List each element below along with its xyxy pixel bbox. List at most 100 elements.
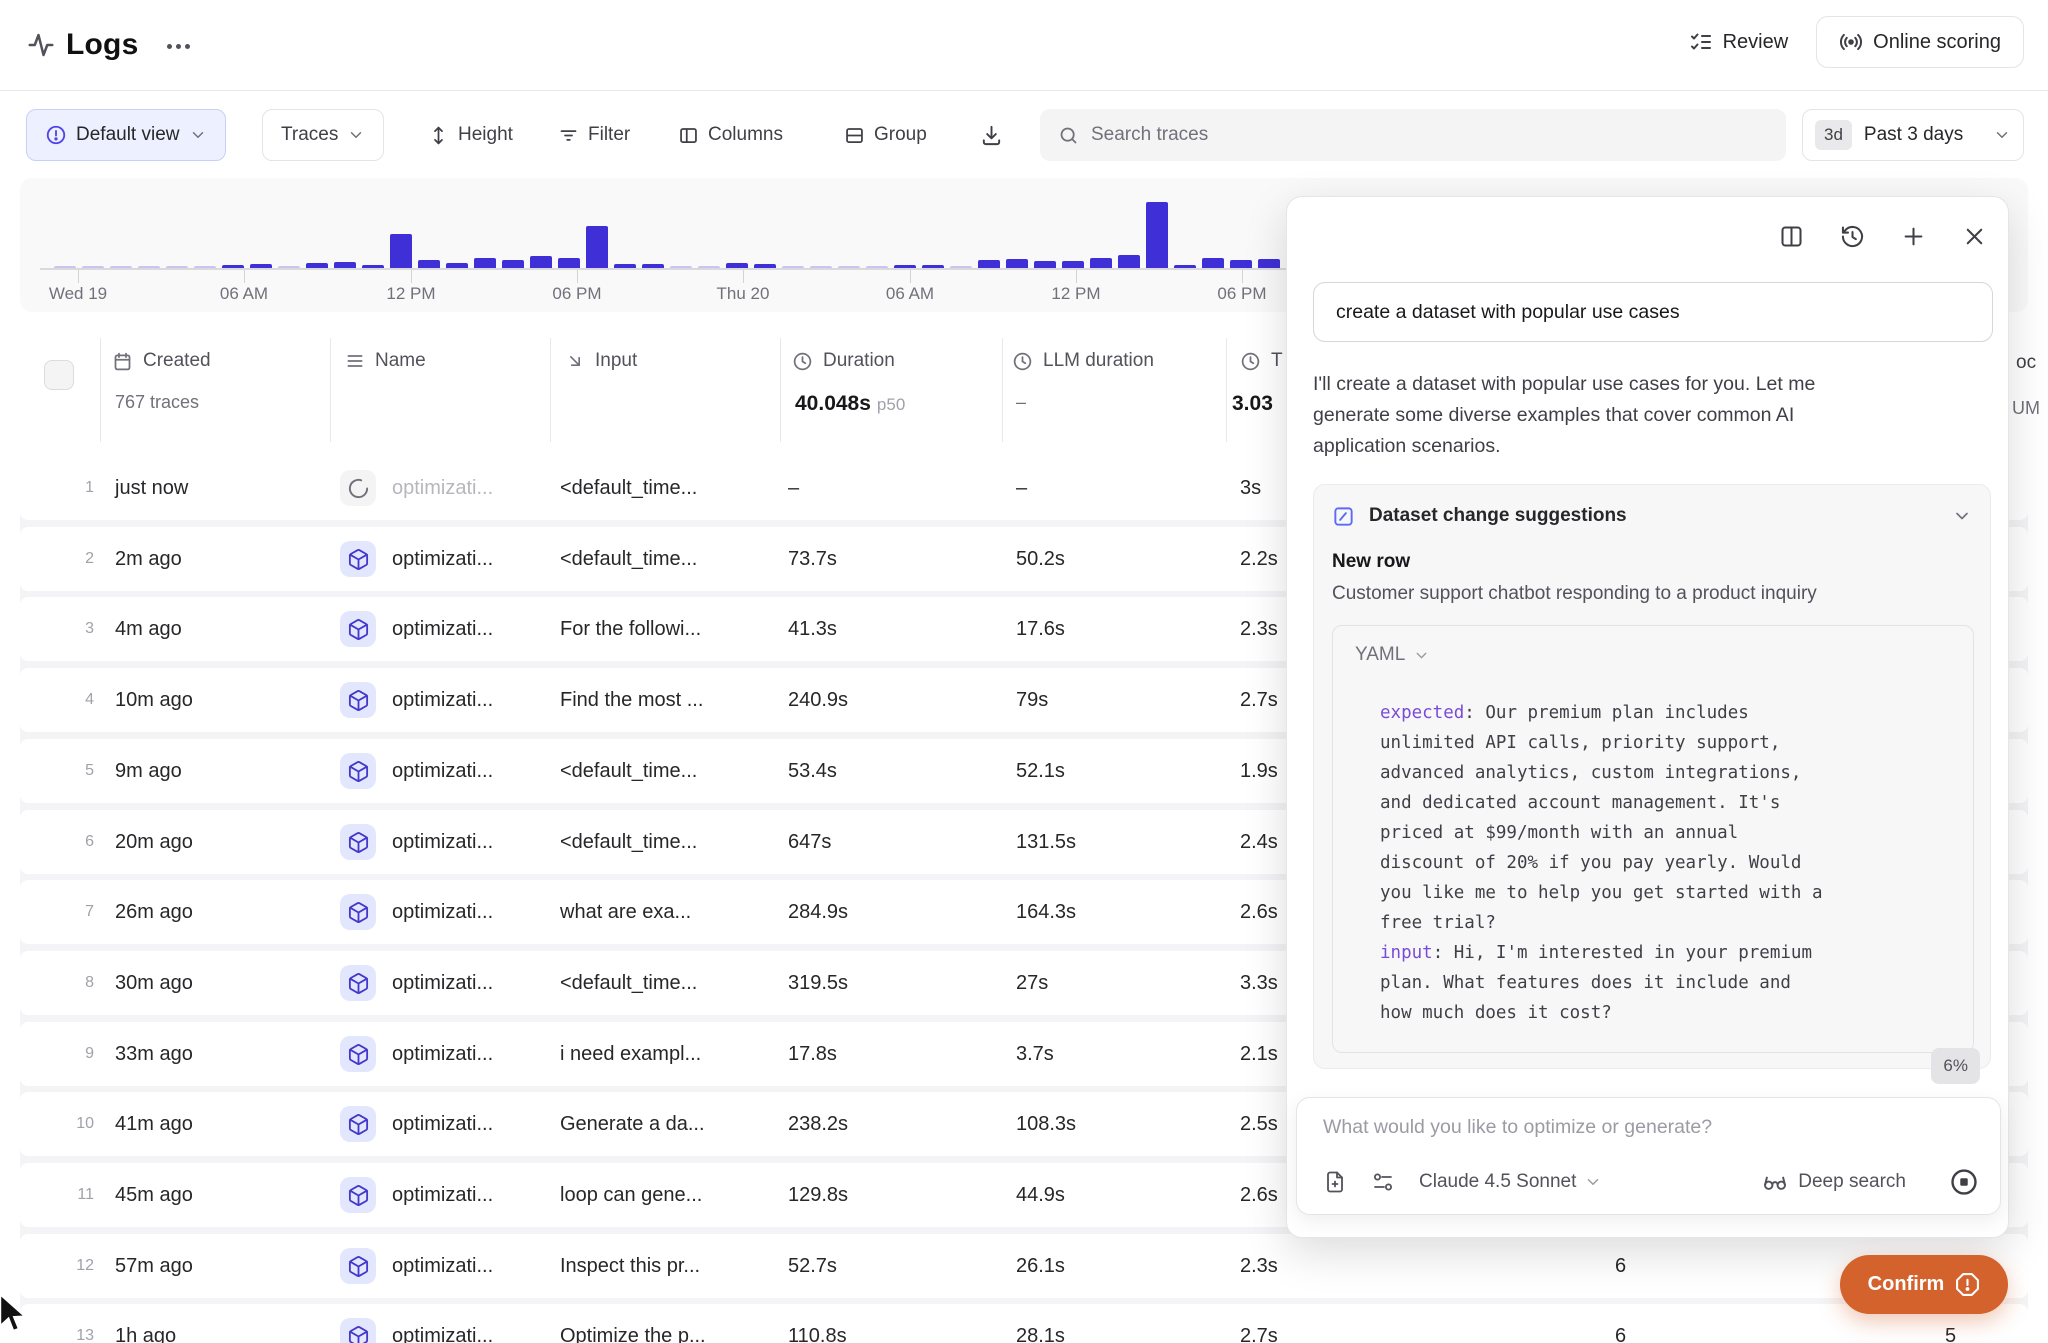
columns-icon <box>678 125 699 146</box>
row-height-button[interactable]: Height <box>428 109 513 161</box>
input-cell: <default_time... <box>560 951 697 1015</box>
date-range-selector[interactable]: 3d Past 3 days <box>1802 109 2024 161</box>
column-header-duration[interactable]: Duration <box>792 350 895 372</box>
close-icon[interactable] <box>1961 223 1988 250</box>
name-cell: optimizati... <box>392 880 493 944</box>
trace-row[interactable]: 1257m agooptimizati...Inspect this pr...… <box>20 1234 2028 1298</box>
model-selector[interactable]: Claude 4.5 Sonnet <box>1419 1171 1602 1193</box>
histogram-bar <box>1230 260 1252 268</box>
deep-search-toggle[interactable]: Deep search <box>1762 1169 1906 1195</box>
duration-cell: 17.8s <box>788 1022 837 1086</box>
suggestions-accordion-header[interactable]: Dataset change suggestions <box>1332 501 1972 531</box>
chevron-down-icon <box>189 126 207 144</box>
clock-icon <box>1012 351 1033 372</box>
trace-row[interactable]: 131h agooptimizati...Optimize the p...11… <box>20 1304 2028 1343</box>
axis-tick <box>577 270 578 283</box>
histogram-bar <box>1118 255 1140 268</box>
histogram-bar <box>1006 259 1028 268</box>
select-all-checkbox[interactable] <box>44 360 74 390</box>
ttft-cell: 2.6s <box>1240 1163 1278 1227</box>
input-cell: Optimize the p... <box>560 1304 706 1343</box>
yaml-key: expected <box>1380 703 1464 723</box>
arrow-down-right-icon <box>565 351 585 371</box>
input-cell: Inspect this pr... <box>560 1234 700 1298</box>
name-cell: optimizati... <box>392 1092 493 1156</box>
ttft-cell: 2.2s <box>1240 527 1278 591</box>
llm-duration-cell: 52.1s <box>1016 739 1065 803</box>
more-options-button[interactable] <box>158 30 198 62</box>
llm-duration-cell: 131.5s <box>1016 810 1076 874</box>
llm-duration-cell: 164.3s <box>1016 880 1076 944</box>
column-header-name[interactable]: Name <box>345 350 426 372</box>
name-cell: optimizati... <box>392 951 493 1015</box>
sliders-icon[interactable] <box>1371 1170 1395 1194</box>
row-number: 6 <box>50 810 94 874</box>
confirm-button[interactable]: Confirm <box>1840 1255 2008 1314</box>
yaml-line: expected: Our premium plan includes <box>1380 698 1957 728</box>
column-header-created[interactable]: Created <box>112 350 211 372</box>
input-cell: Find the most ... <box>560 668 703 732</box>
file-plus-icon[interactable] <box>1323 1170 1347 1194</box>
column-header-input[interactable]: Input <box>565 350 637 372</box>
ttft-cell: 2.1s <box>1240 1022 1278 1086</box>
user-prompt-input[interactable] <box>1336 301 1970 324</box>
columns-button[interactable]: Columns <box>678 109 783 161</box>
duration-cell: 284.9s <box>788 880 848 944</box>
row-number: 12 <box>50 1234 94 1298</box>
duration-p50: 40.048sp50 <box>795 392 905 416</box>
group-button[interactable]: Group <box>844 109 927 161</box>
chevron-down-icon <box>1584 1173 1602 1191</box>
review-button[interactable]: Review <box>1689 30 1789 54</box>
yaml-line: input: Hi, I'm interested in your premiu… <box>1380 938 1957 968</box>
trace-type-box-icon <box>340 541 376 577</box>
column-header-ttft[interactable]: T <box>1240 350 1283 372</box>
view-selector[interactable]: Default view <box>26 109 226 161</box>
circle-alert-icon <box>45 124 67 146</box>
name-cell: optimizati... <box>392 668 493 732</box>
stop-circle-icon[interactable] <box>1948 1166 1980 1198</box>
chat-input[interactable] <box>1323 1116 1973 1139</box>
llm-duration-cell: – <box>1016 456 1027 520</box>
assistant-response: I'll create a dataset with popular use c… <box>1313 369 1973 462</box>
ttft-cell: 2.7s <box>1240 1304 1278 1343</box>
column-header-llm-duration[interactable]: LLM duration <box>1012 350 1154 372</box>
ttft-cell: 2.3s <box>1240 597 1278 661</box>
row-number: 10 <box>50 1092 94 1156</box>
trace-type-box-icon <box>340 682 376 718</box>
duration-cell: 240.9s <box>788 668 848 732</box>
histogram-bar <box>1146 202 1168 268</box>
name-cell: optimizati... <box>392 597 493 661</box>
ttft-cell: 2.6s <box>1240 880 1278 944</box>
row-number: 1 <box>50 456 94 520</box>
created-cell: 10m ago <box>115 668 193 732</box>
history-icon[interactable] <box>1839 223 1866 250</box>
input-cell: loop can gene... <box>560 1163 702 1227</box>
axis-tick-label: 06 AM <box>860 284 960 304</box>
search-input[interactable] <box>1091 124 1768 146</box>
duration-cell: 129.8s <box>788 1163 848 1227</box>
ttft-agg: 3.03 <box>1232 392 1273 416</box>
input-cell: Generate a da... <box>560 1092 705 1156</box>
created-cell: 2m ago <box>115 527 182 591</box>
created-cell: 45m ago <box>115 1163 193 1227</box>
object-type-selector[interactable]: Traces <box>262 109 384 161</box>
range-badge: 3d <box>1815 120 1852 150</box>
filter-button[interactable]: Filter <box>558 109 630 161</box>
online-scoring-button[interactable]: Online scoring <box>1816 16 2024 68</box>
clipped-column-sub: UM <box>2012 398 2040 419</box>
plus-icon[interactable] <box>1900 223 1927 250</box>
diff-square-icon <box>1332 505 1355 528</box>
code-language-selector[interactable]: YAML <box>1355 644 1430 666</box>
cursor-pointer-icon <box>0 1293 34 1337</box>
trace-type-box-icon <box>340 1106 376 1142</box>
duration-cell: 53.4s <box>788 739 837 803</box>
row-number: 3 <box>50 597 94 661</box>
created-cell: 26m ago <box>115 880 193 944</box>
name-cell: optimizati... <box>392 1304 493 1343</box>
llm-duration-cell: 26.1s <box>1016 1234 1065 1298</box>
export-button[interactable] <box>980 109 1003 161</box>
name-cell: optimizati... <box>392 456 493 520</box>
split-panel-icon[interactable] <box>1778 223 1805 250</box>
yaml-line: free trial? <box>1380 908 1957 938</box>
axis-tick <box>1076 270 1077 283</box>
